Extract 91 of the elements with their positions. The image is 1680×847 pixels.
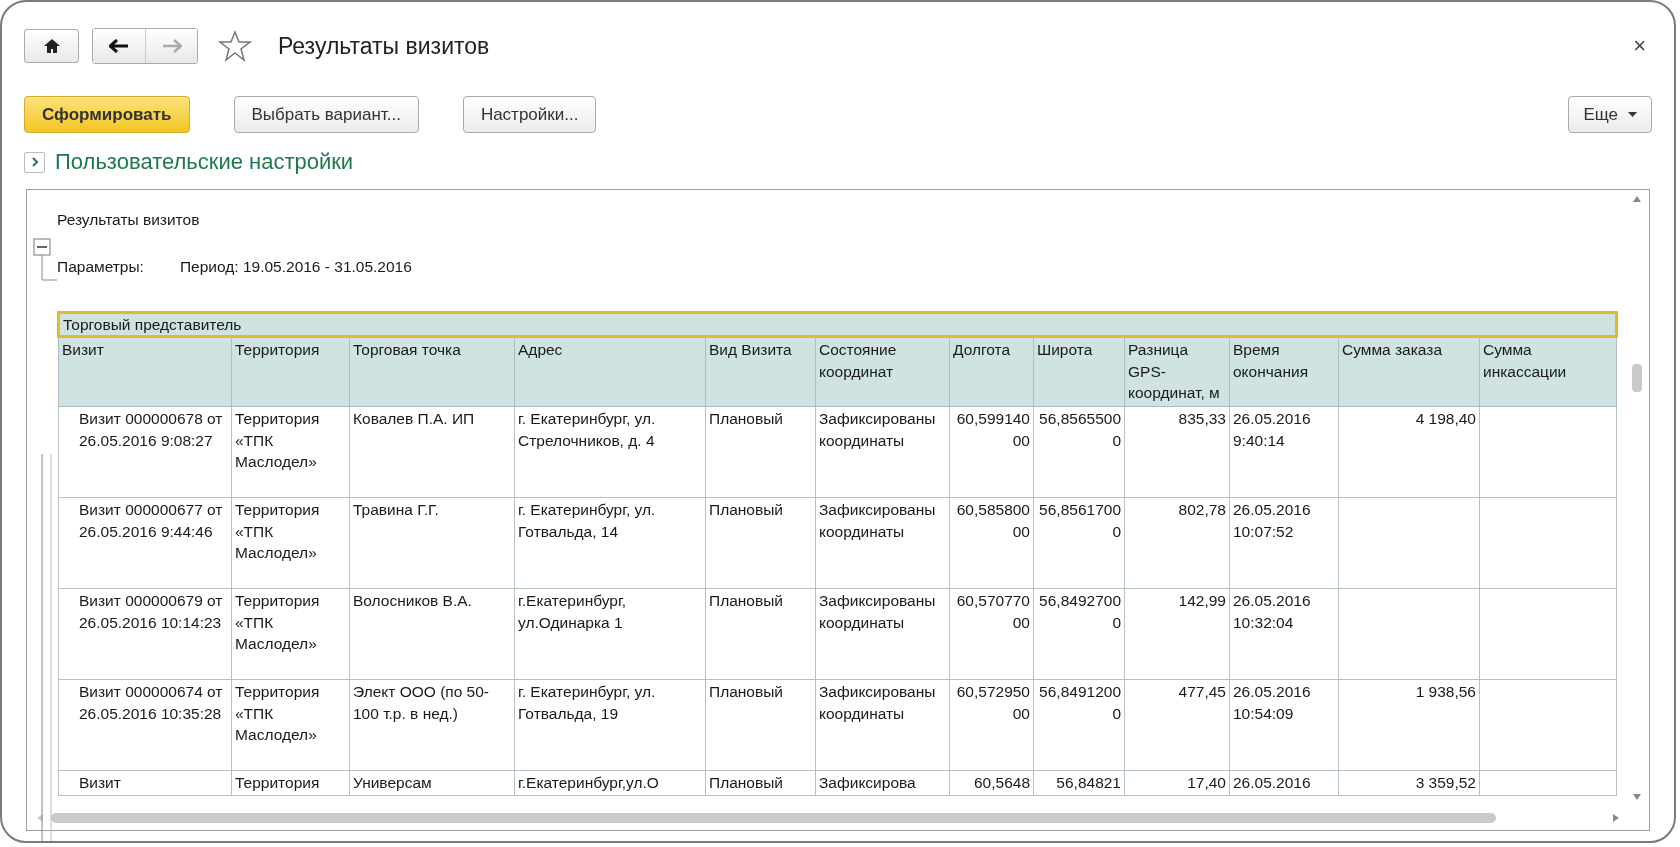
parameters-label: Параметры: xyxy=(57,257,144,277)
column-header: Адрес xyxy=(514,336,706,407)
home-button[interactable] xyxy=(24,29,79,63)
table-cell: 835,33 xyxy=(1124,406,1230,498)
table-cell: 4 198,40 xyxy=(1338,406,1480,498)
close-button[interactable]: × xyxy=(1627,33,1652,59)
table-cell[interactable]: Визит 000000677 от 26.05.2016 9:44:46 xyxy=(58,497,232,589)
table-cell: 477,45 xyxy=(1124,679,1230,771)
generate-button[interactable]: Сформировать xyxy=(24,96,190,133)
table-cell: 60,57295000 xyxy=(949,679,1034,771)
table-cell: Ковалев П.А. ИП xyxy=(349,406,515,498)
table-cell: г. Екатеринбург, ул. Готвальда, 14 xyxy=(514,497,706,589)
column-header: Территория xyxy=(231,336,350,407)
toolbar-button[interactable]: Настройки... xyxy=(462,96,597,133)
column-header: Состояние координат xyxy=(815,336,950,407)
table-cell: Территория «ТПК Маслодел» xyxy=(231,679,350,771)
user-settings-link[interactable]: Пользовательские настройки xyxy=(55,149,354,175)
toolbar-button[interactable]: Выбрать вариант... xyxy=(233,96,419,133)
table-cell: г. Екатеринбург, ул. Стрелочников, д. 4 xyxy=(514,406,706,498)
more-button[interactable]: Еще xyxy=(1568,96,1652,133)
table-cell: Плановый xyxy=(705,679,816,771)
parameters-value: Период: 19.05.2016 - 31.05.2016 xyxy=(179,257,412,277)
chevron-icon xyxy=(30,157,39,167)
table-cell[interactable]: Визит 000000674 от 26.05.2016 10:35:28 xyxy=(58,679,232,771)
table-cell: 56,84927000 xyxy=(1033,588,1125,680)
table-cell: 56,84821 xyxy=(1033,770,1125,796)
table-cell: Зафиксирова xyxy=(815,770,950,796)
table-cell: г.Екатеринбург, ул.Одинарка 1 xyxy=(514,588,706,680)
table-cell: 3 359,52 xyxy=(1338,770,1480,796)
table-cell[interactable]: Визит 000000679 от 26.05.2016 10:14:23 xyxy=(58,588,232,680)
column-header: Широта xyxy=(1033,336,1125,407)
home-icon xyxy=(42,38,61,54)
table-cell: 56,85655000 xyxy=(1033,406,1125,498)
column-header: Сумма инкассации xyxy=(1479,336,1617,407)
table-cell[interactable]: Визит xyxy=(58,770,232,796)
table-cell: 60,5648 xyxy=(949,770,1034,796)
column-header: Разница GPS-координат, м xyxy=(1124,336,1230,407)
group-header: Торговый представитель xyxy=(58,312,1617,337)
table-cell: 60,59914000 xyxy=(949,406,1034,498)
table-cell: 60,58580000 xyxy=(949,497,1034,589)
table-cell: Зафиксированы координаты xyxy=(815,497,950,589)
column-header: Визит xyxy=(58,336,232,407)
scroll-down-icon[interactable] xyxy=(1633,794,1641,800)
table-cell: Плановый xyxy=(705,497,816,589)
table-cell: Универсам xyxy=(349,770,515,796)
table-cell: 26.05.2016 10:32:04 xyxy=(1229,588,1339,680)
caret-icon xyxy=(1628,112,1637,117)
column-header: Долгота xyxy=(949,336,1034,407)
column-header: Сумма заказа xyxy=(1338,336,1480,407)
table-cell: 60,57077000 xyxy=(949,588,1034,680)
table-cell[interactable]: Визит 000000678 от 26.05.2016 9:08:27 xyxy=(58,406,232,498)
window-title: Результаты визитов xyxy=(278,32,491,60)
table-cell: Зафиксированы координаты xyxy=(815,588,950,680)
table-cell: Элект ООО (по 50-100 т.р. в нед.) xyxy=(349,679,515,771)
scrollbar-thumb[interactable] xyxy=(1632,364,1642,392)
scroll-right-icon[interactable] xyxy=(1613,814,1619,822)
table-cell: Волосников В.А. xyxy=(349,588,515,680)
table-cell: 802,78 xyxy=(1124,497,1230,589)
table-cell: 17,40 xyxy=(1124,770,1230,796)
table-cell: г.Екатеринбург,ул.О xyxy=(514,770,706,796)
table-cell: 26.05.2016 10:54:09 xyxy=(1229,679,1339,771)
scroll-left-icon[interactable] xyxy=(37,814,43,822)
column-header: Торговая точка xyxy=(349,336,515,407)
star-icon[interactable] xyxy=(218,30,252,62)
scrollbar-thumb[interactable] xyxy=(51,813,1497,823)
table-cell: Зафиксированы координаты xyxy=(815,406,950,498)
arrow-right-icon xyxy=(161,39,182,53)
back-button[interactable] xyxy=(93,29,145,63)
table-cell: 142,99 xyxy=(1124,588,1230,680)
table-cell: Плановый xyxy=(705,588,816,680)
table-cell: 26.05.2016 xyxy=(1229,770,1339,796)
table-cell: Территория «ТПК Маслодел» xyxy=(231,497,350,589)
table-cell: Территория xyxy=(231,770,350,796)
arrow-left-icon xyxy=(109,39,129,53)
expand-button[interactable] xyxy=(24,151,45,173)
table-cell: 1 938,56 xyxy=(1338,679,1480,771)
report-title: Результаты визитов xyxy=(57,210,201,230)
column-header: Вид Визита xyxy=(705,336,816,407)
scroll-up-icon[interactable] xyxy=(1633,196,1641,202)
table-cell: 26.05.2016 9:40:14 xyxy=(1229,406,1339,498)
table-cell: Территория «ТПК Маслодел» xyxy=(231,588,350,680)
table-cell: Плановый xyxy=(705,770,816,796)
table-cell: Территория «ТПК Маслодел» xyxy=(231,406,350,498)
table-cell: Травина Г.Г. xyxy=(349,497,515,589)
table-cell: 56,84912000 xyxy=(1033,679,1125,771)
table-cell: Плановый xyxy=(705,406,816,498)
table-cell: 56,85617000 xyxy=(1033,497,1125,589)
table-cell: Зафиксированы координаты xyxy=(815,679,950,771)
table-cell: г. Екатеринбург, ул. Готвальда, 19 xyxy=(514,679,706,771)
column-header: Время окончания xyxy=(1229,336,1339,407)
table-cell: 26.05.2016 10:07:52 xyxy=(1229,497,1339,589)
